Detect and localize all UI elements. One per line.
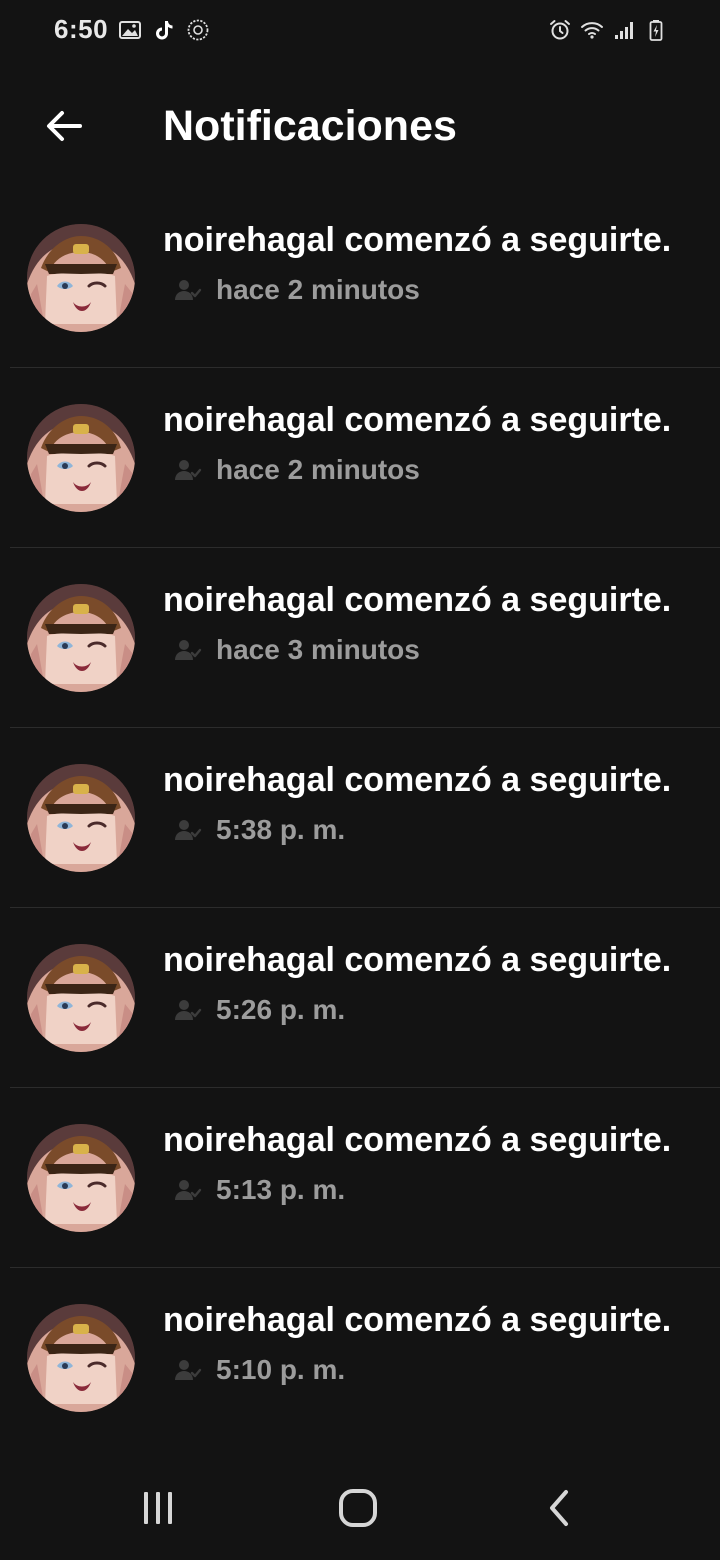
avatar-image <box>27 1124 135 1232</box>
notification-time: hace 2 minutos <box>216 274 420 305</box>
avatar[interactable] <box>27 764 135 872</box>
avatar[interactable] <box>27 584 135 692</box>
wifi-icon <box>581 22 603 39</box>
notification-list: noirehagal comenzó a seguirte. hace 2 mi… <box>0 188 720 1448</box>
notification-text: noirehagal comenzó a seguirte. <box>163 221 672 259</box>
status-left-icons <box>118 18 210 42</box>
notification-meta: hace 2 minutos <box>172 452 420 488</box>
follow-user-icon <box>175 1360 202 1380</box>
back-icon <box>550 1490 568 1526</box>
home-icon <box>339 1489 377 1527</box>
avatar-image <box>27 764 135 872</box>
notification-item[interactable]: noirehagal comenzó a seguirte. 5:10 p. m… <box>0 1268 720 1448</box>
notification-meta: hace 3 minutos <box>172 632 420 668</box>
recents-button[interactable] <box>128 1478 188 1538</box>
notification-time: 5:13 p. m. <box>216 1174 346 1205</box>
notification-time: 5:26 p. m. <box>216 994 346 1025</box>
avatar-image <box>27 944 135 1052</box>
follow-user-icon <box>175 640 202 660</box>
app-header: Notificaciones <box>0 80 720 172</box>
notification-meta: 5:26 p. m. <box>172 992 345 1028</box>
home-button[interactable] <box>328 1478 388 1538</box>
follow-user-icon <box>175 1180 202 1200</box>
avatar[interactable] <box>27 1124 135 1232</box>
notification-time: 5:10 p. m. <box>216 1354 346 1385</box>
follow-user-icon <box>175 460 202 480</box>
notification-text: noirehagal comenzó a seguirte. <box>163 941 672 979</box>
notification-time: hace 2 minutos <box>216 454 420 485</box>
notification-meta: 5:38 p. m. <box>172 812 345 848</box>
status-time: 6:50 <box>54 14 109 44</box>
back-button[interactable] <box>32 94 96 158</box>
notification-text: noirehagal comenzó a seguirte. <box>163 401 672 439</box>
settings-circle-icon <box>187 19 209 41</box>
notification-text: noirehagal comenzó a seguirte. <box>163 1301 672 1339</box>
avatar[interactable] <box>27 1304 135 1412</box>
notification-text: noirehagal comenzó a seguirte. <box>163 581 672 619</box>
notification-time: 5:38 p. m. <box>216 814 346 845</box>
gallery-icon <box>119 21 141 39</box>
follow-user-icon <box>175 280 202 300</box>
arrow-left-icon <box>47 111 82 141</box>
nav-back-button[interactable] <box>530 1478 590 1538</box>
alarm-icon <box>550 20 570 40</box>
notification-time: hace 3 minutos <box>216 634 420 665</box>
avatar[interactable] <box>27 944 135 1052</box>
notification-meta: hace 2 minutos <box>172 272 420 308</box>
notification-meta: 5:10 p. m. <box>172 1352 345 1388</box>
notification-item[interactable]: noirehagal comenzó a seguirte. hace 2 mi… <box>0 188 720 368</box>
avatar[interactable] <box>27 224 135 332</box>
system-nav-bar <box>0 1456 720 1560</box>
status-bar: 6:50 <box>0 0 720 64</box>
avatar[interactable] <box>27 404 135 512</box>
notification-item[interactable]: noirehagal comenzó a seguirte. hace 3 mi… <box>0 548 720 728</box>
notification-item[interactable]: noirehagal comenzó a seguirte. 5:13 p. m… <box>0 1088 720 1268</box>
signal-icon <box>615 22 633 39</box>
avatar-image <box>27 224 135 332</box>
tiktok-icon <box>156 21 173 40</box>
notification-item[interactable]: noirehagal comenzó a seguirte. hace 2 mi… <box>0 368 720 548</box>
status-right-icons <box>548 18 668 42</box>
recents-icon <box>144 1492 172 1524</box>
notification-item[interactable]: noirehagal comenzó a seguirte. 5:38 p. m… <box>0 728 720 908</box>
notification-meta: 5:13 p. m. <box>172 1172 345 1208</box>
avatar-image <box>27 1304 135 1412</box>
avatar-image <box>27 584 135 692</box>
page-title: Notificaciones <box>163 102 457 150</box>
battery-charging-icon <box>649 20 663 41</box>
follow-user-icon <box>175 1000 202 1020</box>
avatar-image <box>27 404 135 512</box>
notification-text: noirehagal comenzó a seguirte. <box>163 761 672 799</box>
follow-user-icon <box>175 820 202 840</box>
notification-item[interactable]: noirehagal comenzó a seguirte. 5:26 p. m… <box>0 908 720 1088</box>
notification-text: noirehagal comenzó a seguirte. <box>163 1121 672 1159</box>
